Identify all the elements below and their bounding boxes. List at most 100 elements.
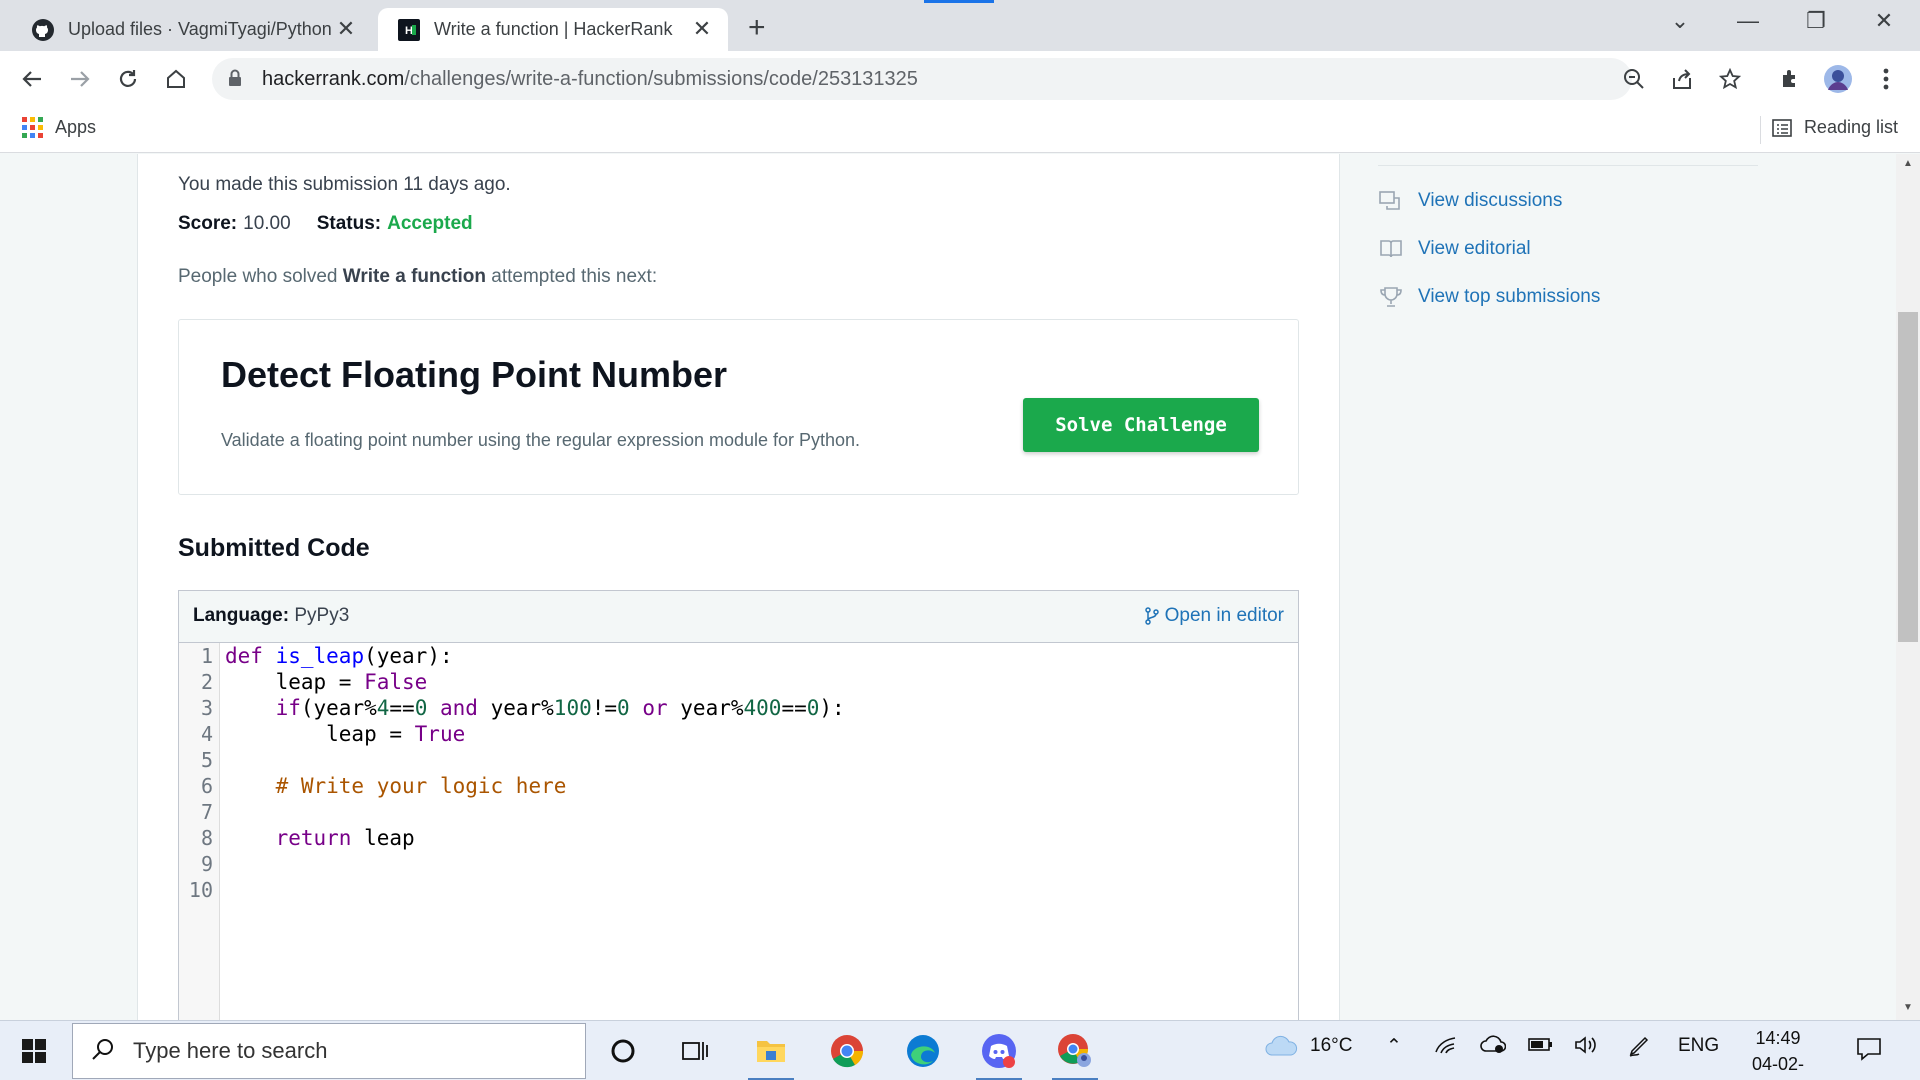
status-label: Status: (316, 213, 382, 234)
line-number-gutter: 1 2 3 4 5 6 7 8 9 10 (179, 643, 220, 1020)
new-tab-button[interactable]: + (748, 11, 766, 45)
language-indicator[interactable]: ENG (1678, 1035, 1719, 1057)
close-tab-icon[interactable]: ✕ (334, 17, 358, 41)
line-number: 4 (200, 722, 213, 746)
score-label: Score: (178, 213, 238, 234)
cortana-icon[interactable] (600, 1028, 646, 1074)
browser-toolbar: hackerrank.com/challenges/write-a-functi… (0, 51, 1920, 107)
book-icon (1378, 236, 1404, 262)
bookmarks-bar: Apps Reading list (0, 107, 1920, 153)
profile-avatar[interactable] (1822, 63, 1854, 95)
windows-start-icon[interactable] (22, 1039, 46, 1063)
score-value: 10.00 (243, 213, 291, 234)
home-icon[interactable] (160, 63, 192, 95)
close-tab-icon[interactable]: ✕ (690, 17, 714, 41)
view-editorial-link[interactable]: View editorial (1378, 236, 1531, 262)
scroll-up-arrow-icon[interactable]: ▲ (1898, 158, 1918, 169)
notifications-icon[interactable] (1856, 1037, 1882, 1067)
file-explorer-icon[interactable] (748, 1028, 794, 1080)
chevron-up-icon[interactable]: ⌃ (1386, 1035, 1402, 1058)
forward-icon[interactable] (64, 63, 96, 95)
open-in-editor-link[interactable]: Open in editor (1144, 605, 1284, 627)
chrome-icon[interactable] (824, 1028, 870, 1074)
hackerrank-icon: H (396, 17, 422, 43)
github-icon (30, 17, 56, 43)
view-top-submissions-link[interactable]: View top submissions (1378, 284, 1600, 310)
reload-icon[interactable] (112, 63, 144, 95)
taskbar-search-box[interactable]: Type here to search (72, 1023, 586, 1079)
apps-grid-icon (22, 117, 43, 138)
system-clock[interactable]: 14:49 04-02-2022 (1736, 1025, 1820, 1080)
onedrive-icon[interactable] (1480, 1035, 1507, 1061)
language-label: Language: (193, 605, 290, 626)
battery-icon[interactable] (1526, 1035, 1554, 1059)
minimize-icon[interactable]: — (1728, 8, 1768, 34)
apps-shortcut[interactable]: Apps (22, 117, 96, 138)
tab-hackerrank[interactable]: H Write a function | HackerRank ✕ (378, 8, 728, 51)
reading-list-icon (1772, 118, 1792, 138)
page-content: You made this submission 11 days ago. Sc… (0, 154, 1920, 1020)
address-bar[interactable]: hackerrank.com/challenges/write-a-functi… (212, 58, 1632, 100)
challenge-title[interactable]: Detect Floating Point Number (221, 354, 727, 396)
clock-time: 14:49 (1755, 1028, 1801, 1048)
lock-icon[interactable] (228, 69, 242, 92)
cloud-icon (1264, 1035, 1298, 1057)
share-icon[interactable] (1666, 63, 1698, 95)
view-top-submissions-label: View top submissions (1418, 286, 1601, 307)
code-line: return leap (275, 826, 415, 850)
url-text: hackerrank.com/challenges/write-a-functi… (262, 68, 918, 91)
tab-github-upload[interactable]: Upload files · VagmiTyagi/Python ✕ (12, 8, 372, 51)
reading-list-button[interactable]: Reading list (1772, 117, 1898, 138)
code-line: # Write your logic here (275, 774, 567, 798)
bookmark-star-icon[interactable] (1714, 63, 1746, 95)
language-value: PyPy3 (294, 605, 350, 626)
solved-challenge-name: Write a function (342, 266, 486, 287)
volume-icon[interactable] (1574, 1035, 1598, 1061)
chrome-profile-icon[interactable] (1052, 1028, 1098, 1080)
pen-icon[interactable] (1628, 1035, 1650, 1063)
url-host: hackerrank.com (262, 68, 405, 90)
edge-icon[interactable] (900, 1028, 946, 1074)
reading-list-label: Reading list (1803, 117, 1898, 137)
line-number: 7 (200, 800, 213, 824)
line-number: 3 (200, 696, 213, 720)
code-line: leap = True (225, 722, 466, 746)
tab-search-icon[interactable]: ⌄ (1660, 8, 1700, 34)
extensions-icon[interactable] (1774, 63, 1806, 95)
temperature: 16°C (1310, 1035, 1353, 1056)
apps-label: Apps (55, 117, 97, 137)
code-panel: Language: PyPy3 Open in editor 1 2 3 4 5… (178, 590, 1299, 1020)
restore-icon[interactable]: ❐ (1796, 8, 1836, 34)
close-window-icon[interactable]: ✕ (1864, 8, 1904, 34)
discord-icon[interactable] (976, 1028, 1022, 1080)
submitted-code-heading: Submitted Code (178, 534, 370, 562)
scrollbar-thumb[interactable] (1898, 312, 1918, 642)
wifi-icon[interactable] (1434, 1035, 1456, 1061)
code-line: if(year%4==0 and year%100!=0 or year%400… (275, 696, 845, 720)
code-panel-header: Language: PyPy3 Open in editor (179, 591, 1298, 643)
next-challenge-intro: People who solved Write a function attem… (178, 266, 657, 288)
code-line: def is_leap(year): (225, 644, 453, 668)
discussions-icon (1378, 188, 1404, 214)
solve-challenge-button[interactable]: Solve Challenge (1023, 398, 1259, 452)
scroll-down-arrow-icon[interactable]: ▼ (1898, 1002, 1918, 1013)
search-placeholder: Type here to search (133, 1038, 328, 1063)
tab-loading-indicator (924, 0, 994, 3)
weather-widget[interactable]: 16°C (1264, 1035, 1352, 1057)
line-number: 10 (188, 878, 213, 902)
open-editor-label: Open in editor (1164, 605, 1284, 626)
status-badge: Accepted (387, 213, 473, 234)
code-line: leap = False (225, 670, 428, 694)
zoom-icon[interactable] (1618, 63, 1650, 95)
line-number: 8 (200, 826, 213, 850)
line-number: 9 (200, 852, 213, 876)
task-view-icon[interactable] (672, 1028, 718, 1074)
code-body[interactable]: def is_leap(year): leap = False if(year%… (225, 643, 845, 903)
clock-date: 04-02-2022 (1751, 1054, 1805, 1074)
back-icon[interactable] (16, 63, 48, 95)
view-discussions-link[interactable]: View discussions (1378, 188, 1562, 214)
menu-dots-icon[interactable] (1870, 63, 1902, 95)
